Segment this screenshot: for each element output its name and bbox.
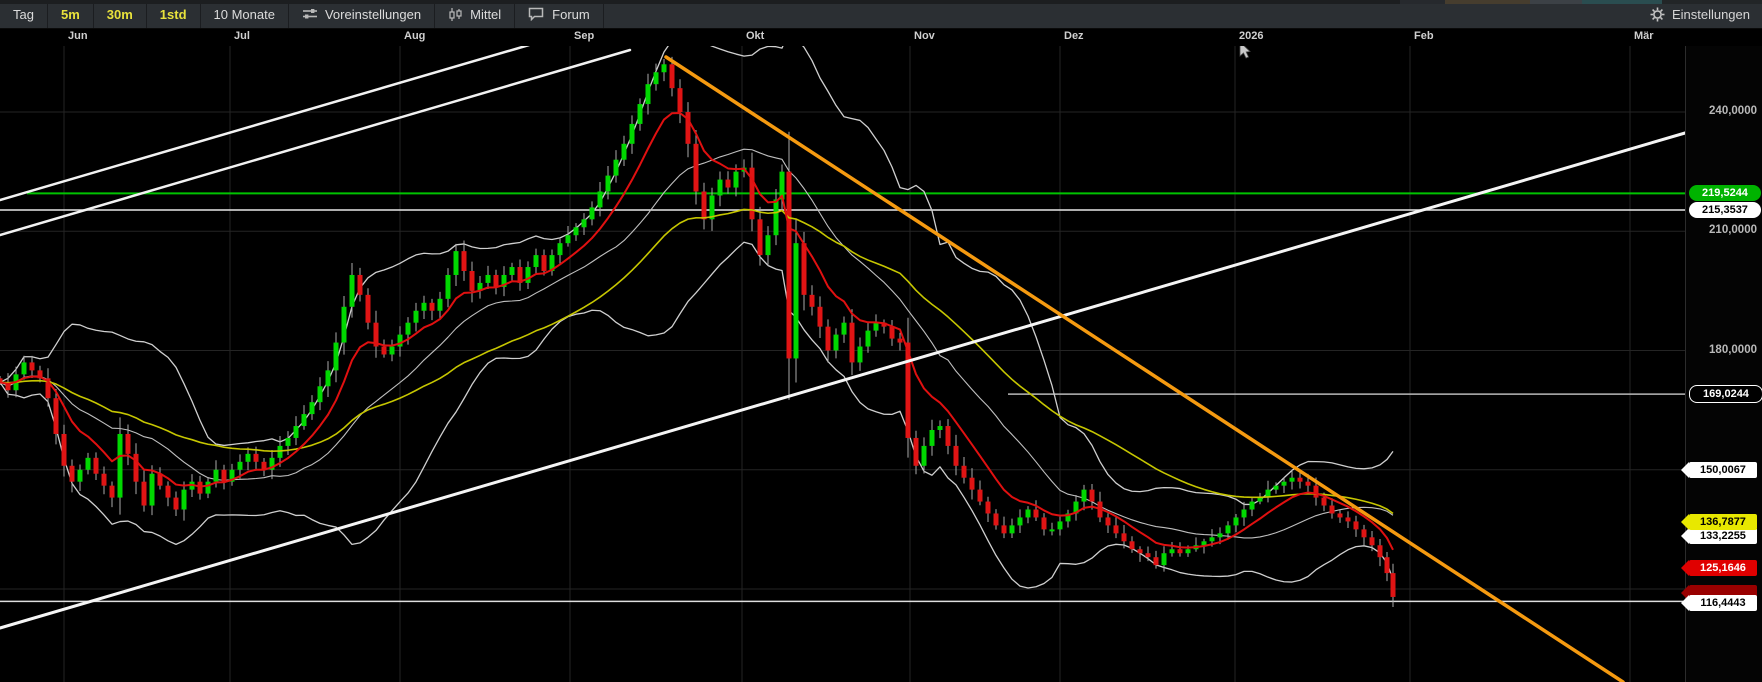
- price-badge: 133,2255: [1681, 528, 1757, 544]
- price-badge: 169,0244: [1689, 386, 1762, 402]
- badge-pointer: [1681, 514, 1689, 530]
- badge-value: 169,0244: [1689, 385, 1762, 403]
- speech-bubble-icon: [528, 7, 545, 21]
- toolbar-button-label: Tag: [13, 7, 34, 22]
- badge-value: 136,7877: [1689, 514, 1757, 530]
- clipped-row-segment: [1582, 0, 1662, 4]
- time-axis-label: Jun: [68, 30, 88, 42]
- badge-pointer: [1681, 560, 1689, 576]
- time-axis[interactable]: Jun Jul Aug Sep Okt Nov Dez 2026 Feb Mär: [0, 28, 1762, 46]
- price-axis-label: 210,0000: [1709, 224, 1757, 236]
- badge-value: 116,4443: [1689, 595, 1757, 611]
- price-badge: 215,3537: [1689, 202, 1761, 218]
- price-badge: 150,0067: [1681, 462, 1757, 478]
- toolbar-button-forum[interactable]: Forum: [515, 0, 604, 28]
- chart-plot-area[interactable]: [0, 0, 1762, 682]
- clipped-top-row: [0, 0, 1762, 4]
- toolbar-button-mittel[interactable]: Mittel: [435, 0, 515, 28]
- price-axis-label: 240,0000: [1709, 105, 1757, 117]
- toolbar-button-30m[interactable]: 30m: [94, 0, 147, 28]
- toolbar-button-label: Forum: [552, 7, 590, 22]
- time-axis-label: Nov: [914, 30, 935, 42]
- badge-pointer: [1681, 462, 1689, 478]
- badge-value: 219,5244: [1689, 185, 1761, 201]
- price-badge: 125,1646: [1681, 560, 1757, 576]
- toolbar-button-5m[interactable]: 5m: [48, 0, 94, 28]
- toolbar-button-label: 10 Monate: [214, 7, 275, 22]
- toolbar-button-label: Mittel: [470, 7, 501, 22]
- toolbar-button-1std[interactable]: 1std: [147, 0, 201, 28]
- time-axis-label: Okt: [746, 30, 764, 42]
- time-axis-label: 2026: [1239, 30, 1263, 42]
- trading-chart-window: Tag 5m 30m 1std 10 Monate Voreinstellungen Mit…: [0, 0, 1762, 682]
- badge-value: 215,3537: [1689, 202, 1761, 218]
- toolbar-button-label: 30m: [107, 7, 133, 22]
- sliders-icon: [302, 7, 318, 21]
- badge-pointer: [1681, 595, 1689, 611]
- clipped-row-segment: [1662, 0, 1762, 4]
- toolbar-spacer: [604, 0, 1638, 28]
- time-axis-label: Sep: [574, 30, 594, 42]
- toolbar-button-voreinstellungen[interactable]: Voreinstellungen: [289, 0, 435, 28]
- toolbar-button-label: 1std: [160, 7, 187, 22]
- price-badge: 116,4443: [1681, 595, 1757, 611]
- gear-icon: [1650, 7, 1665, 22]
- time-axis-label: Dez: [1064, 30, 1084, 42]
- time-axis-label: Jul: [234, 30, 250, 42]
- badge-value: 125,1646: [1689, 560, 1757, 576]
- price-axis[interactable]: 240,0000 210,0000 180,0000 215,3537219,5244…: [1685, 46, 1762, 682]
- toolbar-button-label: Voreinstellungen: [325, 7, 421, 22]
- price-badge: 136,7877: [1681, 514, 1757, 530]
- clipped-row-segment: [1445, 0, 1530, 4]
- candlestick-icon: [448, 7, 463, 22]
- badge-value: 133,2255: [1689, 528, 1757, 544]
- badge-value: 150,0067: [1689, 462, 1757, 478]
- settings-button[interactable]: Einstellungen: [1638, 0, 1762, 28]
- time-axis-label: Mär: [1634, 30, 1654, 42]
- time-axis-label: Feb: [1414, 30, 1434, 42]
- settings-label: Einstellungen: [1672, 7, 1750, 22]
- chart-toolbar: Tag 5m 30m 1std 10 Monate Voreinstellungen Mit…: [0, 0, 1762, 29]
- toolbar-button-tag[interactable]: Tag: [0, 0, 48, 28]
- clipped-row-segment: [1530, 0, 1582, 4]
- price-axis-label: 180,0000: [1709, 344, 1757, 356]
- clipped-row-segment: [0, 0, 1400, 4]
- toolbar-button-label: 5m: [61, 7, 80, 22]
- badge-pointer: [1681, 528, 1689, 544]
- time-axis-label: Aug: [404, 30, 425, 42]
- toolbar-button-10monate[interactable]: 10 Monate: [201, 0, 289, 28]
- price-badge: 219,5244: [1689, 185, 1761, 201]
- clipped-row-segment: [1400, 0, 1445, 4]
